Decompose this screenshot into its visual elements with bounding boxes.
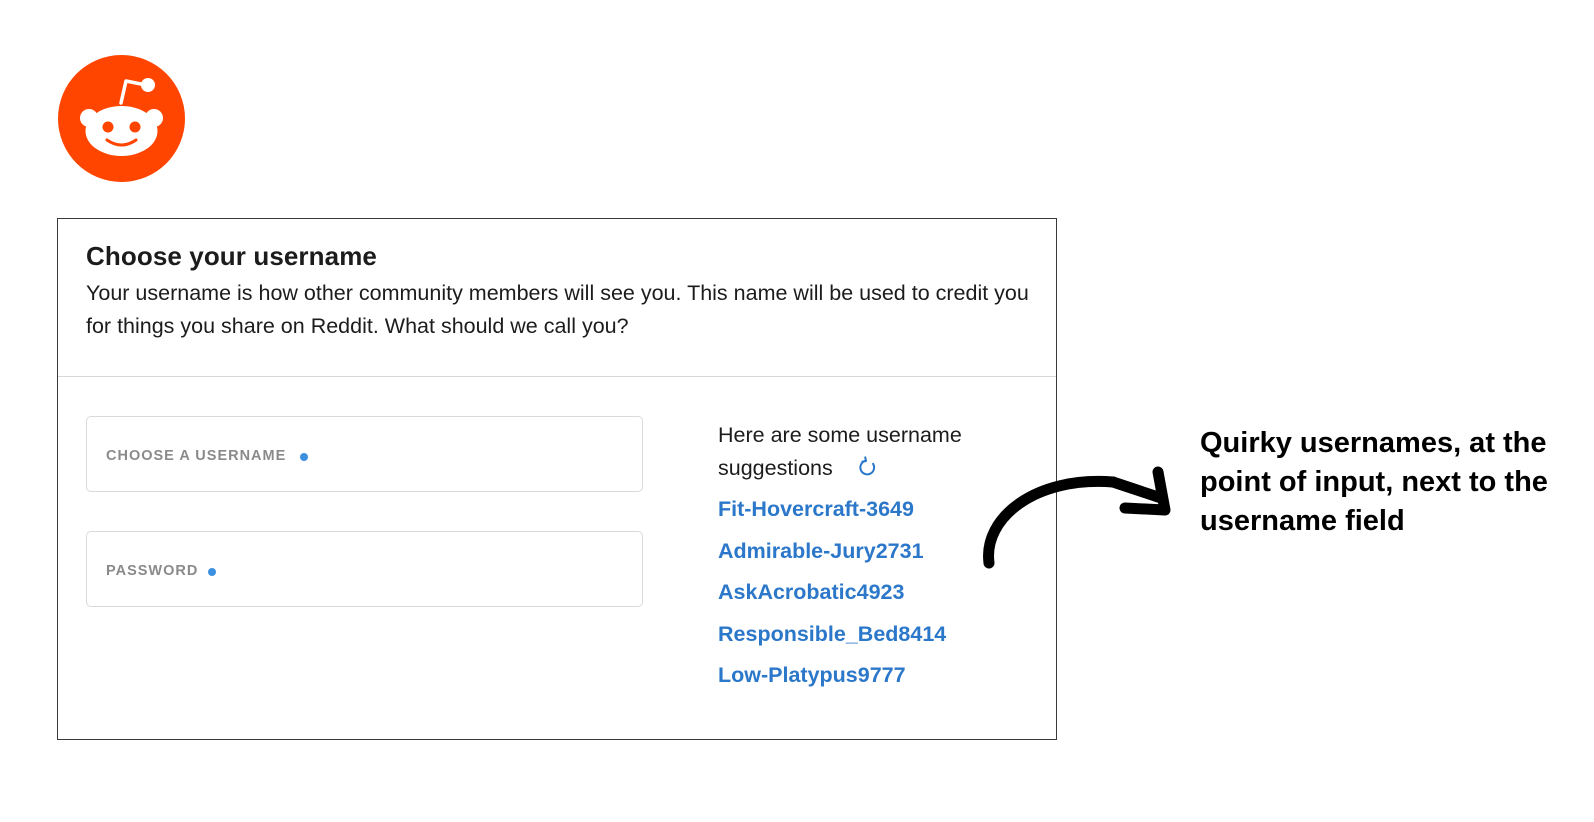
curved-arrow-icon — [983, 466, 1171, 569]
suggestion-link[interactable]: Fit-Hovercraft-3649 — [718, 497, 946, 539]
annotation-text: Quirky usernames, at the point of input,… — [1200, 427, 1548, 537]
page-description: Your username is how other community mem… — [86, 281, 1029, 338]
signup-card: Choose your username Your username is ho… — [57, 218, 1057, 740]
suggestion-link[interactable]: Responsible_Bed8414 — [718, 622, 946, 664]
username-field[interactable]: CHOOSE A USERNAME — [86, 416, 643, 492]
password-placeholder: PASSWORD — [106, 563, 217, 579]
suggestion-link[interactable]: Low-Platypus9777 — [718, 663, 946, 705]
suggestions-heading: Here are some username suggestions — [718, 423, 962, 480]
username-suggestions: Fit-Hovercraft-3649 Admirable-Jury2731 A… — [718, 497, 946, 705]
required-dot-icon — [208, 568, 217, 576]
page-title: Choose your username — [86, 241, 377, 271]
reddit-snoo-icon — [58, 55, 185, 182]
card-header: Choose your username Your username is ho… — [58, 219, 1056, 377]
refresh-icon[interactable] — [857, 456, 879, 478]
required-dot-icon — [300, 453, 309, 461]
suggestion-link[interactable]: Admirable-Jury2731 — [718, 539, 946, 581]
suggestion-link[interactable]: AskAcrobatic4923 — [718, 580, 946, 622]
username-placeholder: CHOOSE A USERNAME — [106, 448, 309, 464]
password-field[interactable]: PASSWORD — [86, 531, 643, 607]
